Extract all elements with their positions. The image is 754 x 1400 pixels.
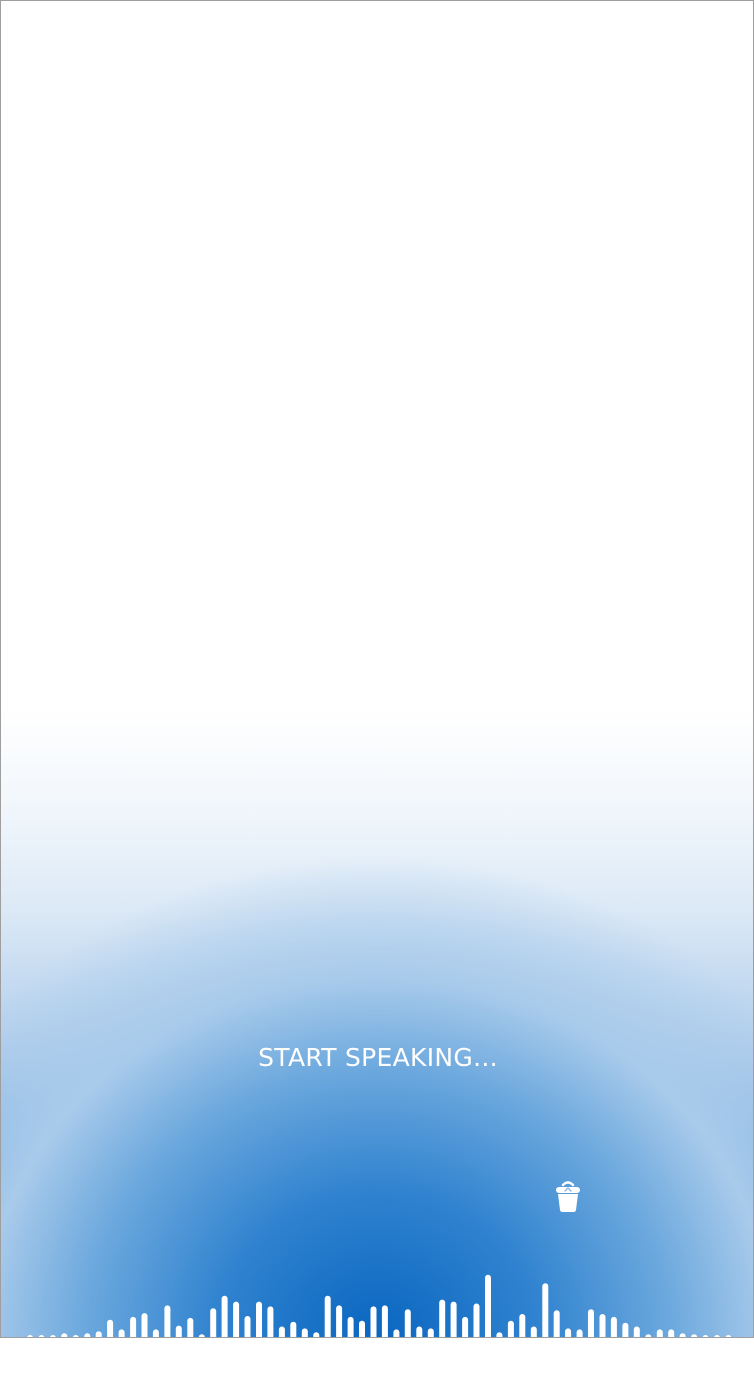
- waveform-bar: [542, 1283, 549, 1337]
- waveform-bar: [221, 1295, 228, 1337]
- footer-blank: [0, 1338, 754, 1400]
- waveform-bar: [118, 1329, 125, 1337]
- waveform-bar: [175, 1325, 182, 1337]
- waveform-bar: [530, 1326, 537, 1337]
- start-speaking-prompt: START SPEAKING...: [258, 1043, 498, 1072]
- waveform-bar: [439, 1299, 446, 1337]
- waveform-bar: [393, 1329, 400, 1337]
- waveform-bar: [267, 1306, 274, 1337]
- audio-waveform: [27, 1274, 732, 1337]
- waveform-bar: [210, 1308, 217, 1337]
- waveform-bar: [427, 1328, 434, 1337]
- waveform-bar: [164, 1305, 171, 1337]
- waveform-bar: [381, 1305, 388, 1337]
- waveform-bar: [278, 1326, 285, 1337]
- waveform-bar: [187, 1317, 194, 1337]
- waveform-bar: [668, 1329, 675, 1337]
- waveform-bar: [588, 1309, 594, 1337]
- waveform-bar: [256, 1301, 262, 1337]
- waveform-bar: [107, 1319, 114, 1337]
- waveform-bar: [404, 1309, 411, 1337]
- waveform-bar: [656, 1329, 663, 1337]
- waveform-bar: [576, 1329, 583, 1337]
- waveform-bar: [95, 1331, 102, 1337]
- waveform-bar: [301, 1328, 308, 1337]
- waveform-bar: [610, 1316, 617, 1337]
- waveform-bar: [233, 1301, 240, 1337]
- waveform-bar: [141, 1313, 148, 1337]
- waveform-bar: [359, 1320, 365, 1337]
- waveform-bar: [622, 1322, 629, 1337]
- waveform-bar: [462, 1316, 469, 1337]
- waveform-bar: [370, 1306, 377, 1337]
- waveform-bar: [290, 1321, 297, 1337]
- waveform-bar: [152, 1329, 159, 1337]
- trash-icon: [556, 1181, 580, 1212]
- waveform-bar: [553, 1310, 560, 1337]
- waveform-bar: [507, 1320, 514, 1337]
- voice-input-screen: START SPEAKING...: [0, 0, 754, 1338]
- waveform-bar: [599, 1314, 606, 1337]
- waveform-bar: [416, 1326, 423, 1337]
- waveform-bar: [565, 1328, 572, 1337]
- waveform-bar: [633, 1326, 640, 1337]
- waveform-bar: [244, 1316, 251, 1337]
- waveform-bar: [519, 1314, 526, 1337]
- waveform-bar: [347, 1316, 354, 1337]
- waveform-bar: [450, 1301, 457, 1337]
- waveform-bar: [485, 1274, 491, 1337]
- waveform-bar: [130, 1316, 137, 1337]
- waveform-bar: [473, 1303, 480, 1337]
- delete-recording-button[interactable]: [554, 1181, 582, 1213]
- waveform-bar: [336, 1305, 343, 1337]
- waveform-bar: [324, 1295, 331, 1337]
